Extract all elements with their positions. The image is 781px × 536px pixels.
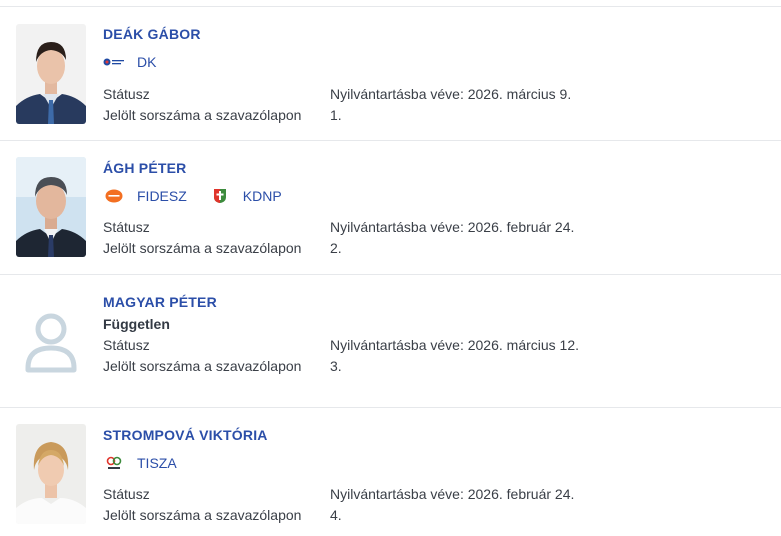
tisza-logo-icon [103, 455, 125, 471]
status-value: Nyilvántartásba véve: 2026. március 12. [330, 337, 580, 353]
status-label: Státusz [103, 86, 150, 102]
avatar-placeholder-icon [16, 292, 86, 392]
status-label: Státusz [103, 219, 150, 235]
candidate-photo [16, 424, 86, 524]
fidesz-logo-icon [103, 188, 125, 204]
party-label: DK [137, 54, 157, 70]
candidate-divider [0, 407, 781, 408]
candidate-name-link[interactable]: STROMPOVÁ VIKTÓRIA [103, 427, 268, 443]
kdnp-logo-icon [209, 188, 231, 204]
ballot-number-value: 3. [330, 358, 342, 374]
status-label: Státusz [103, 337, 150, 353]
party-link-fidesz[interactable]: FIDESZ [103, 188, 187, 204]
status-value: Nyilvántartásba véve: 2026. március 9. [330, 86, 572, 102]
status-value: Nyilvántartásba véve: 2026. február 24. [330, 219, 575, 235]
party-link-kdnp[interactable]: KDNP [209, 188, 282, 204]
party-label: FIDESZ [137, 188, 187, 204]
candidate-name-link[interactable]: ÁGH PÉTER [103, 160, 186, 176]
ballot-number-label: Jelölt sorszáma a szavazólapon [103, 507, 302, 523]
party-link-tisza[interactable]: TISZA [103, 455, 177, 471]
ballot-number-value: 2. [330, 240, 342, 256]
candidate-name-link[interactable]: MAGYAR PÉTER [103, 294, 217, 310]
party-link-dk[interactable]: DK [103, 54, 156, 70]
status-value: Nyilvántartásba véve: 2026. február 24. [330, 486, 575, 502]
candidate-divider [0, 140, 781, 141]
ballot-number-label: Jelölt sorszáma a szavazólapon [103, 358, 302, 374]
status-label: Státusz [103, 486, 150, 502]
ballot-number-value: 4. [330, 507, 342, 523]
ballot-number-label: Jelölt sorszáma a szavazólapon [103, 240, 302, 256]
top-divider [0, 6, 781, 7]
candidate-divider [0, 274, 781, 275]
ballot-number-value: 1. [330, 107, 342, 123]
party-label: KDNP [242, 188, 282, 204]
dk-logo-icon [103, 54, 125, 70]
ballot-number-label: Jelölt sorszáma a szavazólapon [103, 107, 302, 123]
candidate-photo [16, 24, 86, 124]
party-label: TISZA [137, 455, 177, 471]
candidate-photo [16, 157, 86, 257]
independent-label: Független [103, 316, 170, 332]
candidate-name-link[interactable]: DEÁK GÁBOR [103, 26, 201, 42]
